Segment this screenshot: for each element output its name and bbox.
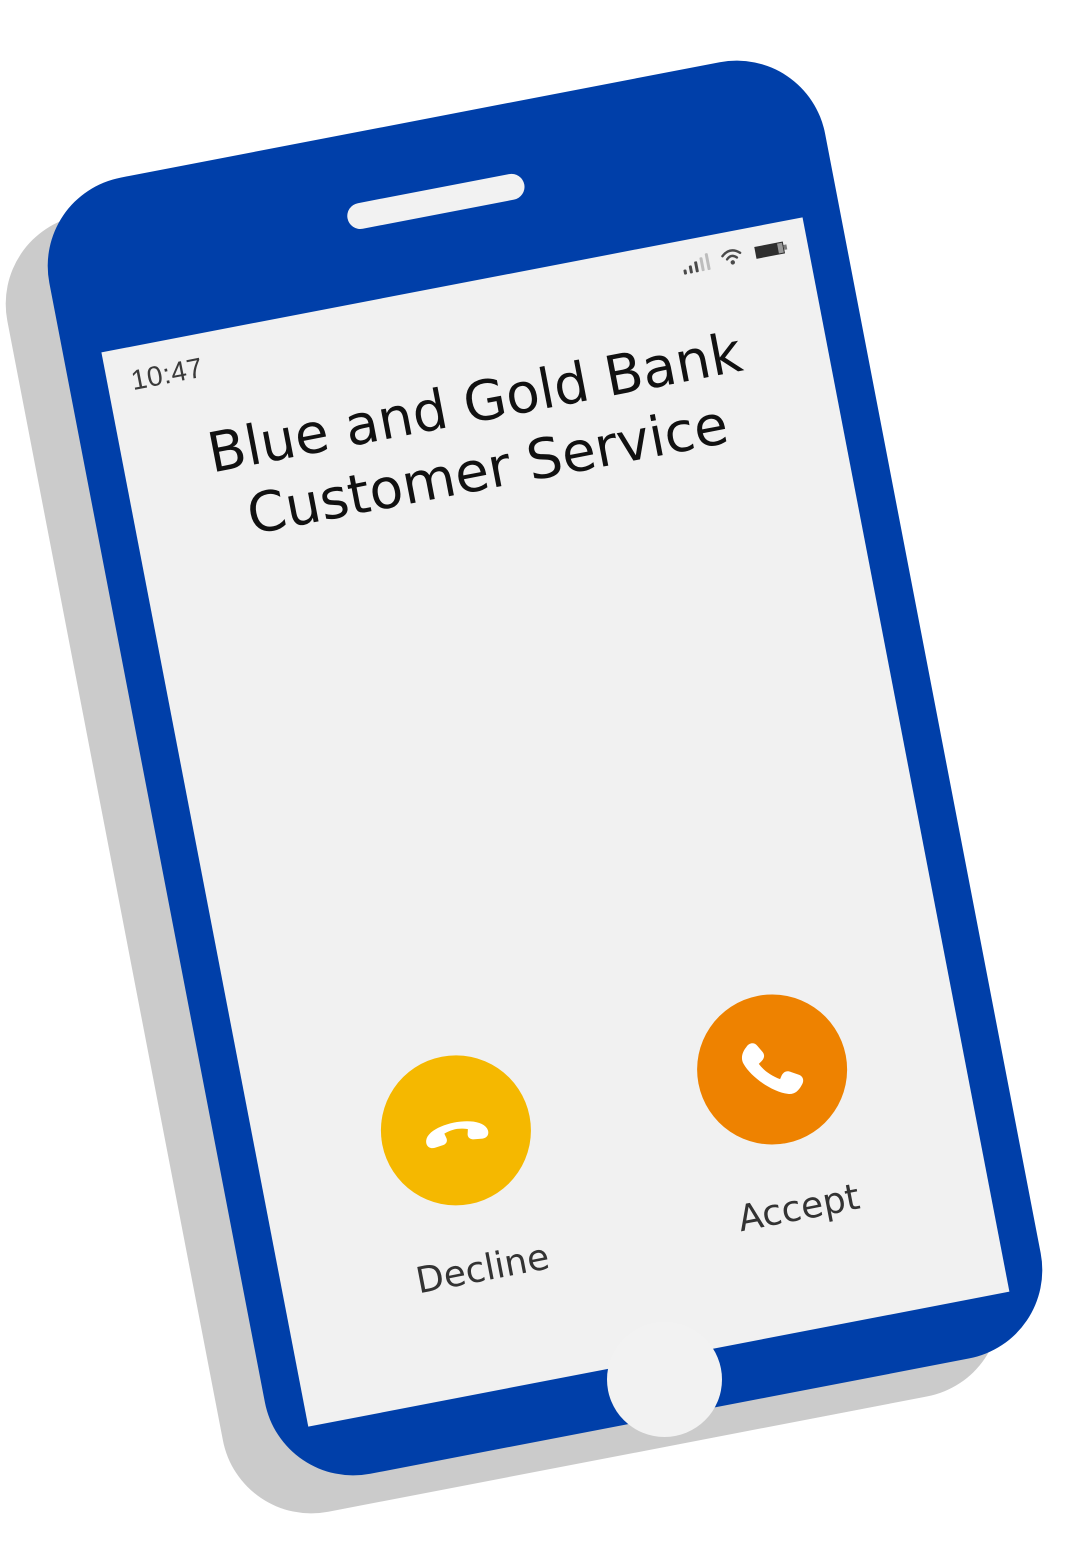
hang-up-phone-icon bbox=[426, 1121, 489, 1149]
status-time: 10:47 bbox=[128, 351, 206, 396]
accept-button[interactable] bbox=[684, 981, 860, 1158]
phone-handset-icon bbox=[741, 1043, 804, 1095]
phone-body: 10:47 Blue and Gold Bank Customer Servic… bbox=[32, 45, 1058, 1491]
caller-name: Blue and Gold Bank Customer Service bbox=[118, 302, 845, 571]
accept-label: Accept bbox=[734, 1176, 863, 1241]
status-icons bbox=[680, 231, 790, 275]
wifi-icon bbox=[721, 249, 742, 265]
cellular-signal-icon bbox=[681, 252, 711, 275]
phone-illustration: 10:47 Blue and Gold Bank Customer Servic… bbox=[0, 0, 1071, 1554]
earpiece-speaker bbox=[345, 171, 527, 232]
battery-icon bbox=[754, 241, 788, 259]
decline-button[interactable] bbox=[368, 1042, 544, 1219]
decline-action[interactable]: Decline bbox=[348, 1039, 579, 1308]
home-button[interactable] bbox=[607, 1322, 722, 1437]
phone-screen: 10:47 Blue and Gold Bank Customer Servic… bbox=[101, 217, 1010, 1427]
illustration-stage: 10:47 Blue and Gold Bank Customer Servic… bbox=[0, 0, 1071, 1554]
decline-label: Decline bbox=[412, 1236, 553, 1303]
accept-action[interactable]: Accept bbox=[665, 978, 896, 1247]
